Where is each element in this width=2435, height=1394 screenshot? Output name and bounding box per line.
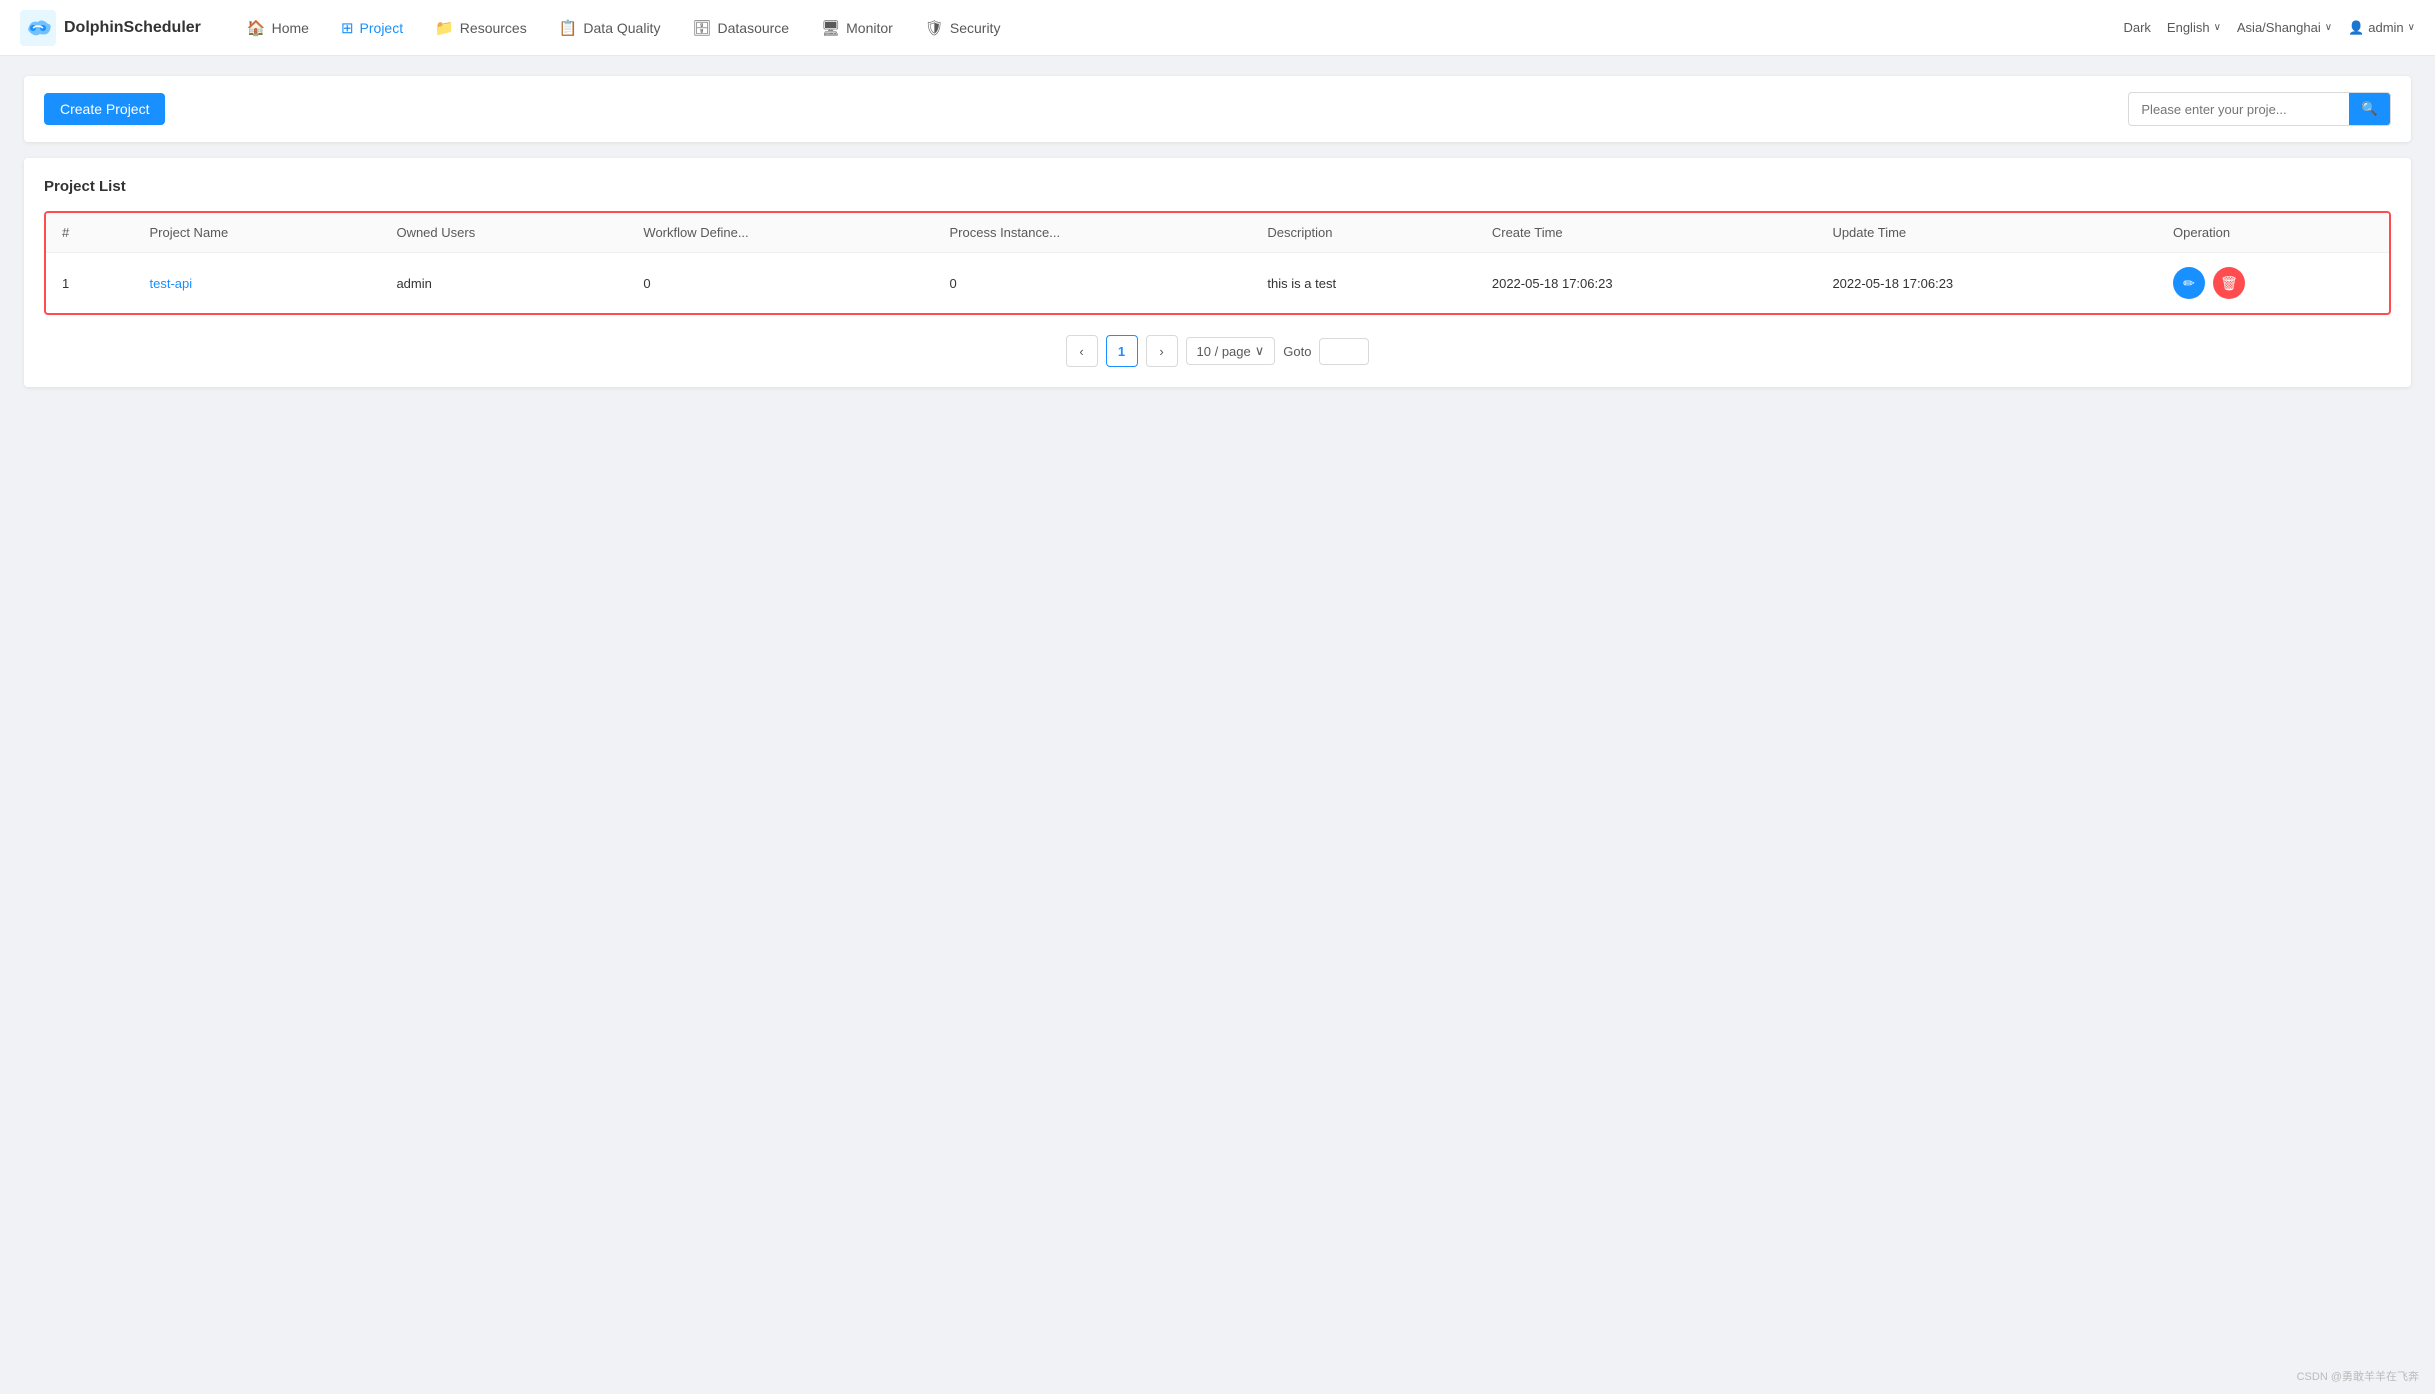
col-header-description: Description [1251,213,1475,253]
table-header-row: # Project Name Owned Users Workflow Defi… [46,213,2389,253]
prev-page-button[interactable]: ‹ [1066,335,1098,367]
data-quality-icon: 📋 [559,19,578,37]
nav-item-data-quality-label: Data Quality [583,20,660,36]
main-content: Create Project 🔍 Project List # Project … [0,56,2435,407]
page-1-button[interactable]: 1 [1106,335,1138,367]
search-button[interactable]: 🔍 [2349,93,2390,125]
project-list-card: Project List # Project Name Owned Users … [24,158,2411,387]
cell-process-instance: 0 [934,253,1252,314]
datasource-icon: 🗄 [692,19,711,37]
cell-index: 1 [46,253,133,314]
table-header: # Project Name Owned Users Workflow Defi… [46,213,2389,253]
user-menu[interactable]: 👤 admin ∨ [2348,20,2415,36]
pagination: ‹ 1 › 10 / page ∨ Goto [44,335,2391,367]
cell-owned-users: admin [380,253,627,314]
edit-button[interactable]: ✏ [2173,267,2205,299]
goto-input[interactable] [1319,338,1369,365]
cell-operation: ✏ 🗑 [2157,253,2389,314]
nav-item-security-label: Security [950,20,1001,36]
cell-update-time: 2022-05-18 17:06:23 [1816,253,2157,314]
nav-item-home-label: Home [272,20,309,36]
theme-label: Dark [2123,20,2150,35]
user-label: admin [2368,20,2403,35]
nav-item-monitor[interactable]: 🖥 Monitor [807,11,907,45]
language-dropdown-arrow: ∨ [2214,22,2221,33]
nav-item-datasource[interactable]: 🗄 Datasource [678,11,803,45]
navbar: DolphinScheduler 🏠 Home ⊞ Project 📁 Reso… [0,0,2435,56]
nav-item-security[interactable]: 🛡 Security [911,11,1015,45]
page-size-chevron-icon: ∨ [1255,343,1265,359]
col-header-index: # [46,213,133,253]
page-size-label: 10 / page [1197,344,1251,359]
timezone-dropdown-arrow: ∨ [2325,22,2332,33]
navbar-right: Dark English ∨ Asia/Shanghai ∨ 👤 admin ∨ [2123,20,2415,36]
page-1-label: 1 [1118,344,1125,359]
table-body: 1 test-api admin 0 0 this is a test 2022… [46,253,2389,314]
logo[interactable]: DolphinScheduler [20,10,201,46]
delete-button[interactable]: 🗑 [2213,267,2245,299]
goto-label: Goto [1283,344,1311,359]
page-size-selector[interactable]: 10 / page ∨ [1186,337,1276,365]
nav-item-project[interactable]: ⊞ Project [327,11,417,45]
language-label: English [2167,20,2210,35]
security-icon: 🛡 [925,19,944,37]
edit-icon: ✏ [2183,275,2195,292]
col-header-process-instance: Process Instance... [934,213,1252,253]
table-row: 1 test-api admin 0 0 this is a test 2022… [46,253,2389,314]
next-page-button[interactable]: › [1146,335,1178,367]
cell-project-name: test-api [133,253,380,314]
logo-icon [20,10,56,46]
nav-item-resources[interactable]: 📁 Resources [421,11,541,45]
theme-toggle[interactable]: Dark [2123,20,2150,35]
user-dropdown-arrow: ∨ [2408,22,2415,33]
user-icon: 👤 [2348,20,2364,36]
nav-item-datasource-label: Datasource [718,20,790,36]
toolbar: Create Project 🔍 [24,76,2411,142]
chevron-left-icon: ‹ [1079,344,1083,359]
project-list-title: Project List [44,178,2391,195]
nav-item-monitor-label: Monitor [846,20,893,36]
delete-icon: 🗑 [2220,275,2238,292]
project-link[interactable]: test-api [149,276,192,291]
create-project-button[interactable]: Create Project [44,93,165,125]
nav-item-data-quality[interactable]: 📋 Data Quality [545,11,675,45]
cell-create-time: 2022-05-18 17:06:23 [1476,253,1817,314]
project-icon: ⊞ [341,19,354,37]
timezone-label: Asia/Shanghai [2237,20,2321,35]
footer-watermark: CSDN @勇敢羊羊在飞奔 [2297,1368,2419,1384]
timezone-selector[interactable]: Asia/Shanghai ∨ [2237,20,2332,35]
col-header-operation: Operation [2157,213,2389,253]
col-header-workflow-define: Workflow Define... [627,213,933,253]
cell-description: this is a test [1251,253,1475,314]
search-box: 🔍 [2128,92,2391,126]
col-header-owned-users: Owned Users [380,213,627,253]
search-icon: 🔍 [2361,101,2378,117]
project-table: # Project Name Owned Users Workflow Defi… [46,213,2389,313]
col-header-update-time: Update Time [1816,213,2157,253]
nav-item-resources-label: Resources [460,20,527,36]
search-input[interactable] [2129,95,2349,124]
nav-item-home[interactable]: 🏠 Home [233,11,323,45]
language-selector[interactable]: English ∨ [2167,20,2221,35]
nav-item-project-label: Project [360,20,404,36]
operation-buttons: ✏ 🗑 [2173,267,2373,299]
main-nav: 🏠 Home ⊞ Project 📁 Resources 📋 Data Qual… [233,11,2124,45]
project-table-wrapper: # Project Name Owned Users Workflow Defi… [44,211,2391,315]
chevron-right-icon: › [1159,344,1163,359]
brand-label: DolphinScheduler [64,19,201,37]
home-icon: 🏠 [247,19,266,37]
monitor-icon: 🖥 [821,19,840,37]
resources-icon: 📁 [435,19,454,37]
col-header-project-name: Project Name [133,213,380,253]
cell-workflow-define: 0 [627,253,933,314]
col-header-create-time: Create Time [1476,213,1817,253]
